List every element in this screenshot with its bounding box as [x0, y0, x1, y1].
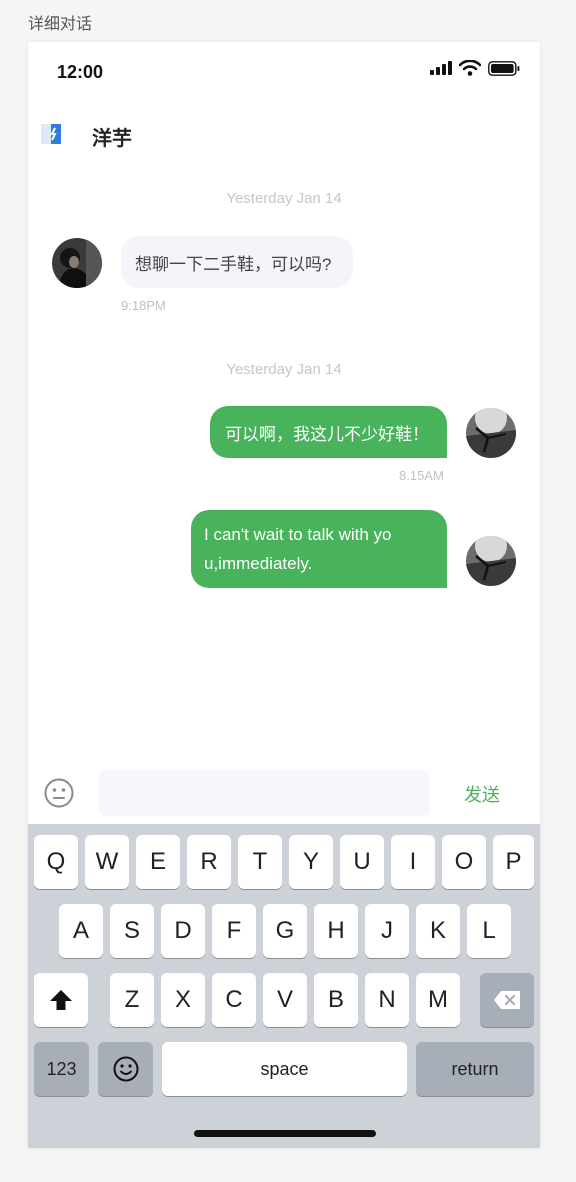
message-timestamp: 9:18PM: [121, 298, 166, 313]
key-g[interactable]: G: [263, 904, 307, 958]
backspace-icon: [494, 991, 520, 1009]
home-indicator: [194, 1130, 376, 1137]
phone-screen: 12:00 洋芋 Yesterday Jan 14 想聊一下二手鞋，可以吗? 9…: [28, 42, 540, 1148]
emoji-key[interactable]: [98, 1042, 153, 1096]
key-p[interactable]: P: [493, 835, 534, 889]
key-f[interactable]: F: [212, 904, 256, 958]
shift-icon: [50, 990, 72, 1010]
contact-avatar[interactable]: [52, 238, 102, 288]
status-icons: [430, 60, 520, 76]
chat-header: 洋芋: [28, 112, 540, 156]
space-key[interactable]: space: [162, 1042, 407, 1096]
user-avatar[interactable]: [466, 408, 516, 458]
key-m[interactable]: M: [416, 973, 460, 1027]
shift-key[interactable]: [34, 973, 88, 1027]
key-i[interactable]: I: [391, 835, 435, 889]
outgoing-message-bubble[interactable]: I can't wait to talk with yo u,immediate…: [191, 510, 447, 588]
keyboard: Q W E R T Y U I O P A S D F G H J K L Z …: [28, 824, 540, 1148]
emoji-icon[interactable]: [44, 778, 74, 808]
outgoing-message-bubble[interactable]: 可以啊，我这儿不少好鞋！: [210, 406, 447, 458]
key-l[interactable]: L: [467, 904, 511, 958]
key-b[interactable]: B: [314, 973, 358, 1027]
send-button[interactable]: 发送: [464, 781, 500, 807]
wifi-icon: [459, 60, 481, 76]
key-o[interactable]: O: [442, 835, 486, 889]
signal-icon: [430, 61, 452, 75]
return-key[interactable]: return: [416, 1042, 534, 1096]
message-line: u,immediately.: [204, 554, 313, 573]
message-line: I can't wait to talk with yo: [204, 525, 392, 544]
backspace-key[interactable]: [480, 973, 534, 1027]
key-z[interactable]: Z: [110, 973, 154, 1027]
status-bar: 12:00: [28, 42, 540, 100]
key-x[interactable]: X: [161, 973, 205, 1027]
numbers-key[interactable]: 123: [34, 1042, 89, 1096]
key-w[interactable]: W: [85, 835, 129, 889]
message-timestamp: 8.15AM: [399, 468, 444, 483]
user-avatar[interactable]: [466, 536, 516, 586]
incoming-message-bubble[interactable]: 想聊一下二手鞋，可以吗?: [121, 236, 354, 288]
key-a[interactable]: A: [59, 904, 103, 958]
key-e[interactable]: E: [136, 835, 180, 889]
message-input[interactable]: [99, 770, 430, 816]
keyboard-emoji-icon: [113, 1056, 138, 1082]
page-label: 详细对话: [28, 16, 93, 33]
key-d[interactable]: D: [161, 904, 205, 958]
contact-name: 洋芋: [92, 128, 132, 150]
key-h[interactable]: H: [314, 904, 358, 958]
key-k[interactable]: K: [416, 904, 460, 958]
date-separator: Yesterday Jan 14: [226, 190, 342, 207]
key-n[interactable]: N: [365, 973, 409, 1027]
key-u[interactable]: U: [340, 835, 384, 889]
key-j[interactable]: J: [365, 904, 409, 958]
message-input-bar: 发送: [28, 762, 540, 824]
battery-icon: [488, 60, 520, 76]
key-t[interactable]: T: [238, 835, 282, 889]
key-v[interactable]: V: [263, 973, 307, 1027]
key-r[interactable]: R: [187, 835, 231, 889]
key-c[interactable]: C: [212, 973, 256, 1027]
status-time: 12:00: [57, 62, 104, 82]
key-s[interactable]: S: [110, 904, 154, 958]
date-separator: Yesterday Jan 14: [226, 361, 342, 378]
key-q[interactable]: Q: [34, 835, 78, 889]
key-y[interactable]: Y: [289, 835, 333, 889]
back-icon[interactable]: [41, 122, 63, 146]
